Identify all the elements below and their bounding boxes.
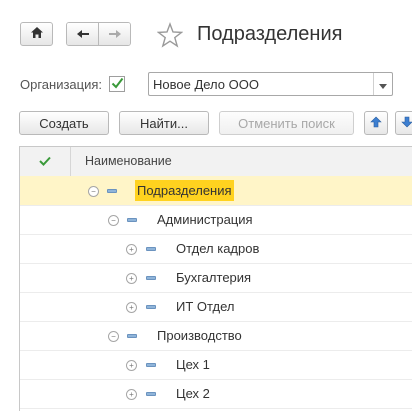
- folder-dash-icon: [146, 363, 156, 367]
- tree-row-label: Цех 1: [176, 357, 210, 372]
- tree-row[interactable]: − Производство: [20, 321, 412, 351]
- expand-icon[interactable]: +: [126, 244, 137, 255]
- tree-row[interactable]: − Подразделения: [20, 176, 412, 206]
- folder-dash-icon: [127, 218, 137, 222]
- tree-row-label: Цех 2: [176, 386, 210, 401]
- collapse-icon[interactable]: −: [108, 331, 119, 342]
- find-button[interactable]: Найти...: [119, 111, 209, 135]
- history-nav: [66, 22, 131, 46]
- forward-button[interactable]: [98, 23, 130, 45]
- org-label: Организация:: [20, 77, 103, 92]
- tree-row-label: Подразделения: [135, 180, 234, 201]
- org-filter-checkbox[interactable]: [109, 76, 125, 92]
- cancel-search-button[interactable]: Отменить поиск: [219, 111, 354, 135]
- arrow-up-icon: [370, 116, 382, 131]
- expand-icon[interactable]: +: [126, 389, 137, 400]
- org-select[interactable]: Новое Дело ООО: [148, 72, 393, 96]
- tree-row[interactable]: + Цех 1: [20, 350, 412, 380]
- expand-icon[interactable]: +: [126, 273, 137, 284]
- back-button[interactable]: [67, 23, 98, 45]
- org-select-value: Новое Дело ООО: [153, 76, 259, 92]
- collapse-icon[interactable]: −: [108, 215, 119, 226]
- home-button[interactable]: [20, 22, 53, 46]
- folder-dash-icon: [107, 189, 117, 193]
- tree-row[interactable]: + Бухгалтерия: [20, 263, 412, 293]
- subdivisions-table: Наименование − Подразделения − Администраци…: [19, 146, 412, 411]
- folder-dash-icon: [146, 305, 156, 309]
- folder-dash-icon: [146, 276, 156, 280]
- arrow-left-icon: [76, 27, 90, 42]
- tree-row-label: Администрация: [157, 212, 253, 227]
- tree-row-label: ИТ Отдел: [176, 299, 235, 314]
- favorite-star[interactable]: [156, 22, 184, 51]
- home-icon: [30, 26, 44, 42]
- tree-row-label: Отдел кадров: [176, 241, 260, 256]
- folder-dash-icon: [127, 334, 137, 338]
- name-column-header[interactable]: Наименование: [85, 147, 172, 176]
- tree-row[interactable]: + Отдел кадров: [20, 234, 412, 264]
- star-outline-icon: [156, 22, 184, 51]
- arrow-right-icon: [108, 27, 122, 42]
- collapse-icon[interactable]: −: [88, 186, 99, 197]
- tree-row[interactable]: + ИТ Отдел: [20, 292, 412, 322]
- move-up-button[interactable]: [364, 111, 388, 135]
- folder-dash-icon: [146, 392, 156, 396]
- move-down-button[interactable]: [395, 111, 412, 135]
- tree-row-label: Производство: [157, 328, 242, 343]
- chevron-down-icon: [379, 77, 387, 92]
- checkmark-icon: [39, 154, 51, 169]
- table-header: Наименование: [20, 147, 412, 177]
- arrow-down-icon: [401, 116, 412, 131]
- dropdown-button[interactable]: [373, 73, 392, 95]
- expand-icon[interactable]: +: [126, 302, 137, 313]
- folder-dash-icon: [146, 247, 156, 251]
- mark-column-header[interactable]: [20, 147, 71, 176]
- tree-row[interactable]: + Цех 2: [20, 379, 412, 409]
- expand-icon[interactable]: +: [126, 360, 137, 371]
- page-title: Подразделения: [197, 23, 343, 45]
- create-button[interactable]: Создать: [19, 111, 109, 135]
- checkmark-icon: [111, 77, 124, 92]
- tree-row-label: Бухгалтерия: [176, 270, 252, 285]
- tree-row[interactable]: − Администрация: [20, 205, 412, 235]
